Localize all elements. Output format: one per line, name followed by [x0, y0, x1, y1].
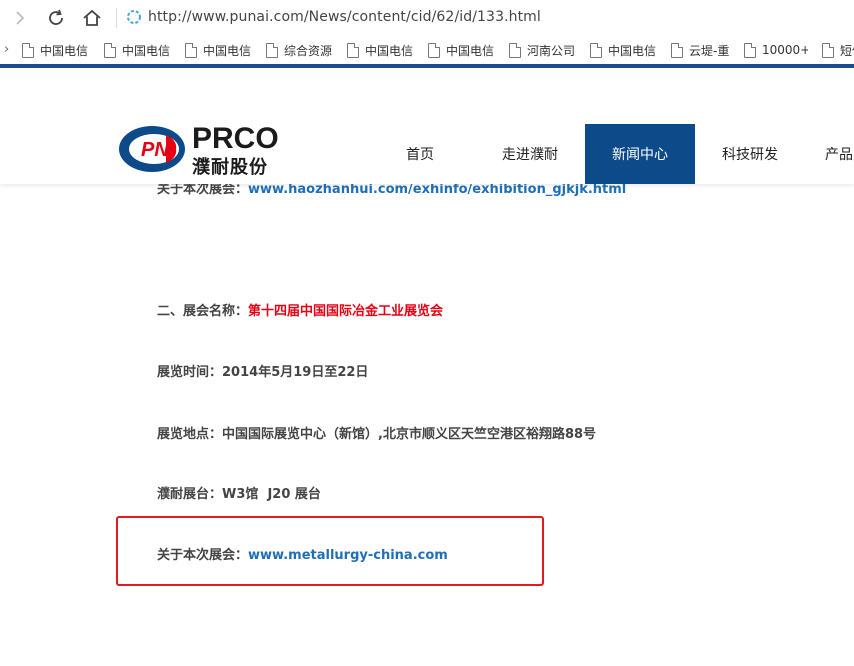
booth-line: 濮耐展台：W3馆 J20 展台: [157, 487, 321, 502]
logo-mark-text: PN: [141, 139, 169, 161]
nav-home[interactable]: 首页: [380, 124, 460, 184]
exhibition-name-line: 二、展会名称：第十四届中国国际冶金工业展览会: [157, 304, 444, 319]
nav-news[interactable]: 新闻中心: [585, 124, 695, 184]
nav-products[interactable]: 产品: [815, 124, 854, 184]
site-logo[interactable]: PN PRCO 濮耐股份: [118, 123, 288, 183]
nav-research[interactable]: 科技研发: [710, 124, 790, 184]
nav-about[interactable]: 走进濮耐: [490, 124, 570, 184]
logo-brand: PRCO: [192, 122, 279, 155]
exhibition-link[interactable]: www.haozhanhui.com/exhinfo/exhibition_gj…: [248, 182, 626, 197]
exhibition-location-line: 展览地点：中国国际展览中心（新馆）,北京市顺义区天竺空港区裕翔路88号: [157, 427, 597, 442]
logo-chinese: 濮耐股份: [192, 157, 268, 178]
highlight-box: [116, 516, 544, 586]
exhibition-time-line: 展览时间：2014年5月19日至22日: [157, 365, 369, 380]
site-header: PN PRCO 濮耐股份 首页 走进濮耐 新闻中心 科技研发 产品: [0, 68, 854, 184]
logo-mark-icon: PN: [119, 126, 185, 172]
